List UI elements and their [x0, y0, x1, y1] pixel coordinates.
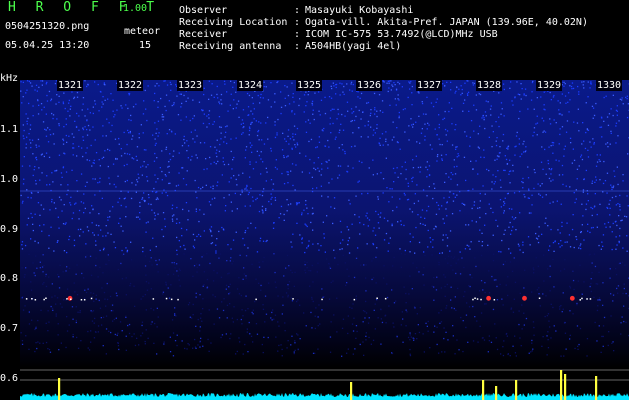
time-label-1321: 1321	[57, 80, 84, 91]
meteor-echo-2	[522, 295, 527, 301]
time-label-1324: 1324	[237, 80, 264, 91]
observer-value: Masayuki Kobayashi	[305, 5, 414, 16]
receiver-colon: :	[294, 29, 301, 40]
time-label-1328: 1328	[476, 80, 503, 91]
hrofft-window: H R O F F T 1.00 0504251320.png 05.04.25…	[0, 0, 629, 400]
time-label-1322: 1322	[117, 80, 144, 91]
echo-speck	[376, 297, 378, 299]
time-label-1327: 1327	[416, 80, 443, 91]
time-label-1323: 1323	[177, 80, 204, 91]
level-spike-5	[560, 370, 563, 400]
antenna-label: Receiving antenna	[179, 41, 282, 52]
khz-unit-label: kHz	[0, 73, 19, 84]
echo-speck	[586, 298, 588, 300]
antenna-colon: :	[294, 41, 301, 52]
echo-speck	[474, 297, 476, 299]
freq-label-0.9: 0.9	[0, 224, 19, 235]
spectrogram-canvas	[20, 80, 629, 368]
level-spike-4	[515, 380, 518, 400]
spectrogram	[20, 80, 629, 368]
freq-label-0.8: 0.8	[0, 273, 19, 284]
echo-speck	[353, 298, 356, 301]
observer-label: Observer	[179, 5, 228, 16]
echo-speck	[480, 298, 482, 301]
meteor-echo-0	[67, 295, 73, 301]
echo-speck	[321, 298, 323, 301]
echo-speck	[70, 298, 72, 300]
echo-speck	[581, 297, 583, 300]
echo-speck	[25, 298, 28, 300]
meteor-echo-1	[486, 295, 491, 301]
level-spike-6	[564, 374, 567, 400]
echo-speck	[34, 299, 37, 301]
datetime-label: 05.04.25 13:20	[5, 40, 90, 51]
time-label-1330: 1330	[596, 80, 623, 91]
filename-label: 0504251320.png	[5, 21, 90, 32]
level-spike-7	[595, 376, 598, 400]
echo-speck	[579, 299, 581, 301]
echo-speck	[43, 298, 45, 301]
location-colon: :	[294, 17, 301, 28]
echo-speck	[165, 297, 168, 300]
echo-speck	[538, 297, 541, 299]
echo-speck	[90, 297, 93, 300]
freq-label-1.1: 1.1	[0, 124, 19, 135]
echo-speck	[45, 297, 47, 299]
level-spike-2	[482, 380, 485, 400]
antenna-value: A504HB(yagi 4el)	[305, 41, 402, 52]
echo-speck	[589, 298, 592, 300]
echo-speck	[83, 299, 86, 301]
location-label: Receiving Location	[179, 17, 288, 28]
time-label-1326: 1326	[356, 80, 383, 91]
echo-speck	[384, 297, 387, 300]
meteor-label: meteor	[124, 26, 161, 37]
freq-label-0.7: 0.7	[0, 323, 19, 334]
echo-speck	[472, 298, 474, 301]
echo-speck	[170, 298, 173, 301]
echo-speck	[476, 298, 479, 300]
echo-speck	[177, 298, 179, 301]
echo-speck	[493, 299, 496, 301]
echo-speck	[31, 298, 33, 300]
receiver-label: Receiver	[179, 29, 228, 40]
signal-level-panel	[20, 368, 629, 400]
level-spike-0	[58, 378, 61, 400]
location-value: Ogata-vill. Akita-Pref. JAPAN (139.96E, …	[305, 17, 588, 28]
level-spike-3	[495, 386, 498, 400]
level-spike-1	[350, 382, 353, 400]
echo-speck	[66, 298, 68, 300]
meteor-count: 15	[139, 40, 152, 51]
echo-speck	[255, 298, 257, 301]
freq-label-1.0: 1.0	[0, 174, 19, 185]
signal-level-canvas	[20, 369, 629, 400]
time-label-1325: 1325	[296, 80, 323, 91]
echo-speck	[80, 299, 83, 301]
freq-label-0.6: 0.6	[0, 373, 19, 384]
meteor-echo-3	[569, 295, 575, 301]
level-baseline	[20, 393, 629, 400]
observer-colon: :	[294, 5, 301, 16]
time-label-1329: 1329	[536, 80, 563, 91]
echo-speck	[292, 298, 294, 300]
echo-speck	[152, 298, 155, 300]
receiver-value: ICOM IC-575 53.7492(@LCD)MHz USB	[305, 29, 498, 40]
app-version: 1.00	[123, 3, 148, 14]
